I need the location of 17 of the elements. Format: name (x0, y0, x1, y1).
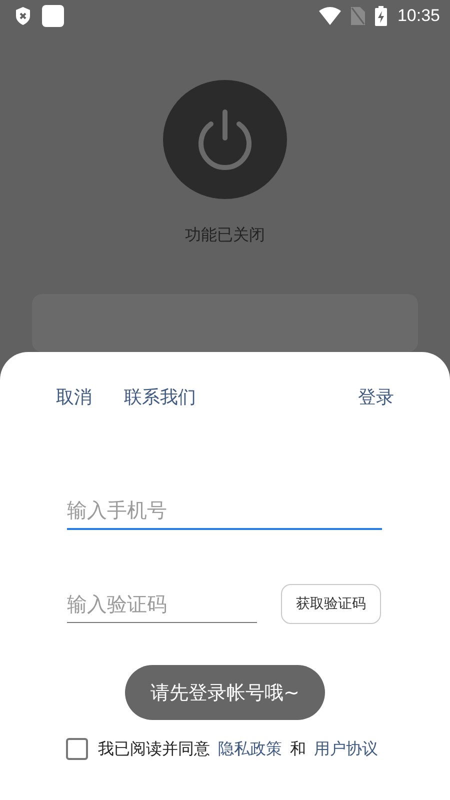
login-button[interactable]: 登录 (348, 382, 404, 412)
wifi-icon (319, 7, 342, 25)
terms-link[interactable]: 用户协议 (314, 738, 378, 760)
status-label: 功能已关闭 (185, 225, 265, 246)
no-sim-icon (351, 7, 366, 25)
contact-button[interactable]: 联系我们 (114, 382, 206, 412)
toast-message: 请先登录帐号哦~ (124, 665, 326, 720)
clock: 10:35 (397, 6, 440, 26)
get-code-button[interactable]: 获取验证码 (281, 584, 381, 624)
privacy-link[interactable]: 隐私政策 (218, 738, 282, 760)
agree-checkbox[interactable] (66, 738, 88, 760)
agreement-text: 我已阅读并同意 (98, 738, 210, 760)
and-text: 和 (290, 738, 306, 760)
cancel-button[interactable]: 取消 (46, 382, 102, 412)
battery-charging-icon (375, 6, 388, 26)
notification-icon (42, 5, 64, 27)
shield-icon (14, 6, 32, 26)
